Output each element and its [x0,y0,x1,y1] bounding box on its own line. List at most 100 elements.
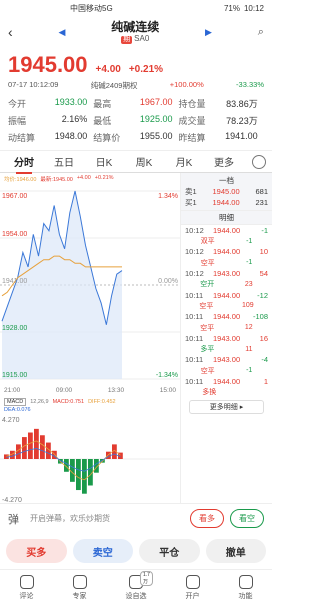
macd-top-label: 4.270 [2,417,20,424]
macd-bar [76,459,81,491]
bottom-nav-icon [238,574,253,589]
quote-datetime: 07-17 10:12:09 [8,80,59,89]
bottom-nav-item-3[interactable]: 开户 [185,574,200,600]
macd-chart-svg: 4.270 -4.270 [0,417,180,504]
follower-badge: 1.7万 [140,570,153,586]
contract-code: SA0 [134,34,150,43]
comment-bar: 弹 开启弹幕，欢乐炒期货 看多 看空 [0,503,272,533]
trade-price: 1943.00 [213,355,241,365]
tab-5[interactable]: 更多 [204,154,244,169]
intraday-chart[interactable]: 均价:1946.00 最新:1945.00 +4.00 +0.21% 1967.… [0,173,180,504]
trade-price: 1944.00 [213,377,241,387]
trade-price: 1944.00 [213,247,241,257]
orderbook-header[interactable]: 一档 [185,175,268,186]
macd-bar [82,459,87,494]
status-bar: 中国移动5G 71% 10:12 [0,0,272,16]
trade-time: 10:11 [185,290,204,300]
danmaku-hint[interactable]: 开启弹幕，欢乐炒期货 [30,513,184,524]
trade-time: 10:12 [185,247,204,257]
bottom-nav-item-2[interactable]: 1.7万 设自选 [126,570,153,600]
option-contract[interactable]: 纯碱2409期权 [91,80,138,91]
trade-kind-volume: 109 [241,302,254,310]
price-change-pct: +0.21% [128,64,164,75]
legend-pct: +0.21% [94,175,114,181]
stat-label: 昨结算 [178,133,206,143]
cancel-order-button[interactable]: 撤单 [205,539,266,563]
buy-long-button[interactable]: 买多 [6,539,67,563]
stat-label: 结算价 [93,133,121,143]
macd-bottom-label: -4.270 [2,497,22,504]
trade-price: 1943.00 [213,333,241,343]
orderbook-label: 卖1 [185,187,197,196]
close-position-button[interactable]: 平仓 [139,539,200,563]
trade-row: 双平 -1 [181,236,272,247]
tab-3[interactable]: 周K [124,154,164,169]
trade-row: 空开 23 [181,279,272,290]
time-tick: 21:00 [4,387,21,394]
trade-kind: 多平 [200,346,215,354]
legend-latest: 最新:1945.00 [40,177,73,183]
bottom-nav-icon: 1.7万 [129,570,153,589]
bottom-nav-item-4[interactable]: 功能 [238,574,253,600]
trade-row: 10:11 1943.00 16 [181,333,272,344]
macd-dea: DEA:0.076 [4,407,31,413]
time-tick: 09:00 [55,387,73,394]
next-contract-arrow-icon[interactable]: ▶ [205,27,212,38]
trade-row: 多平 11 [181,344,272,355]
back-icon[interactable]: ‹ [8,24,13,40]
macd-diff: DIFF:0.452 [88,399,116,405]
pct-tick-label: 0.00% [158,278,178,285]
chart-settings-icon[interactable] [252,154,266,169]
trade-row: 空平 -1 [181,257,272,268]
tab-2[interactable]: 日K [84,154,124,169]
y-tick-label: 1954.00 [2,231,27,238]
bull-button[interactable]: 看多 [190,509,224,528]
bottom-nav-icon [19,574,34,589]
tab-0[interactable]: 分时 [4,154,44,174]
orderbook-row: 买1 1944.00 231 [185,197,268,208]
stat-label: 动结算 [8,133,36,143]
stat-label: 持仓量 [178,99,206,109]
bottom-nav-item-0[interactable]: 评论 [19,574,34,600]
trade-row: 10:11 1943.00 -4 [181,355,272,366]
stat-label: 最高 [93,99,112,109]
dea-line [6,448,121,472]
option-pct-up: +100.00% [169,80,204,89]
stat-cell: 持仓量 83.86万 [178,97,263,110]
tab-1[interactable]: 五日 [44,154,84,169]
bottom-nav-label: 专家 [72,592,87,600]
macd-bar [22,437,27,459]
bottom-nav-icon [185,574,200,589]
trade-volume: -108 [252,312,268,322]
chart-tabs: 分时 五日 日K 周K 月K 更多 [0,151,272,174]
detail-panel: 一档 卖1 1945.00 681 买1 1944.00 231 明细 10:12 1944… [180,173,272,503]
trade-kind: 双平 [200,238,215,246]
trade-kind-volume: 12 [244,324,253,332]
last-price: 1945.00 [8,52,88,77]
more-detail-button[interactable]: 更多明细 ▸ [189,399,264,414]
macd-title[interactable]: MACD [4,398,27,406]
trade-price: 1944.00 [213,290,241,300]
tab-4[interactable]: 月K [164,154,204,169]
stat-cell: 最高 1967.00 [93,97,178,110]
prev-contract-arrow-icon[interactable]: ◀ [58,27,65,38]
stat-label: 成交量 [178,116,206,126]
trade-kind: 空开 [200,281,215,289]
bottom-nav-item-1[interactable]: 专家 [72,574,87,600]
contract-title: 纯碱连续 [111,19,160,34]
trade-row: 空平 12 [181,322,272,333]
trade-row: 10:12 1944.00 -1 [181,225,272,236]
trade-time: 10:12 [185,225,204,235]
trade-kind: 空平 [200,367,215,375]
trade-price: 1944.00 [213,312,241,322]
battery: 71% [223,3,240,13]
sell-short-button[interactable]: 卖空 [72,539,133,563]
trades-header[interactable]: 明细 [181,211,272,225]
time-tick: 13:30 [107,387,125,394]
search-icon[interactable]: ⌕ [258,26,264,39]
bear-button[interactable]: 看空 [230,509,264,528]
danmaku-icon[interactable]: 弹 [8,511,24,527]
stat-cell: 昨结算 1941.00 [178,131,263,144]
trade-kind: 多换 [202,389,217,397]
stat-cell: 振幅 2.16% [8,114,93,127]
